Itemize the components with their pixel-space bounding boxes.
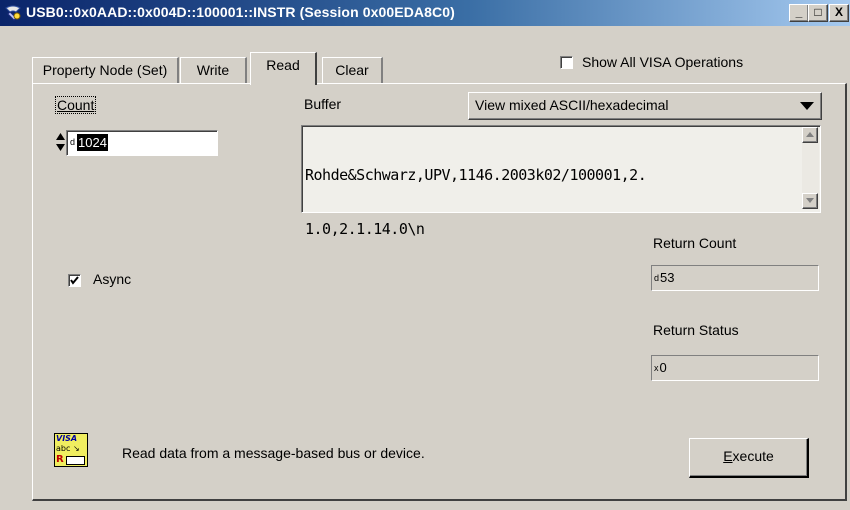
tab-label: Clear (335, 62, 369, 78)
description-text: Read data from a message-based bus or de… (122, 445, 425, 461)
tab-clear[interactable]: Clear (322, 57, 383, 84)
buffer-line-1: Rohde&Schwarz,UPV,1146.2003k02/100001,2. (305, 166, 647, 184)
buffer-line-2: 1.0,2.1.14.0\n (305, 220, 425, 238)
chevron-down-icon (800, 102, 814, 110)
buffer-textarea[interactable]: Rohde&Schwarz,UPV,1146.2003k02/100001,2.… (301, 125, 821, 238)
close-icon: X (834, 5, 843, 19)
tab-label: Property Node (Set) (42, 62, 168, 78)
arrow-down-icon (806, 198, 814, 203)
buffer-label: Buffer (304, 96, 342, 112)
buffer-view-mode-value: View mixed ASCII/hexadecimal (475, 97, 669, 113)
visa-icon-arrow: ↘ (73, 444, 80, 453)
visa-icon-device (66, 456, 85, 465)
count-radix: d (70, 137, 76, 147)
count-input[interactable]: d 1024 (66, 130, 218, 156)
visa-read-icon: VISA abc ↘ R (54, 433, 88, 467)
maximize-icon: □ (814, 5, 822, 19)
async-checkbox[interactable] (68, 274, 81, 287)
visa-session-icon (5, 5, 21, 21)
count-value: 1024 (77, 134, 108, 151)
return-status-value: 0 (659, 360, 667, 375)
scroll-down-button[interactable] (802, 193, 818, 209)
return-status-label: Return Status (653, 322, 739, 338)
close-button[interactable]: X (829, 4, 849, 22)
tab-write[interactable]: Write (180, 57, 247, 84)
execute-label-rest: xecute (732, 448, 774, 464)
async-label: Async (93, 271, 132, 287)
show-all-visa-checkbox[interactable] (560, 56, 573, 69)
return-count-label: Return Count (653, 235, 737, 251)
visa-icon-r: R (56, 454, 64, 465)
tab-label: Read (266, 57, 300, 73)
visa-icon-label: VISA (56, 434, 78, 443)
tab-read[interactable]: Read (250, 52, 317, 85)
execute-button[interactable]: Execute (689, 438, 809, 478)
tab-property-node-set[interactable]: Property Node (Set) (32, 57, 179, 84)
visa-icon-abc: abc (56, 444, 71, 453)
maximize-button[interactable]: □ (808, 4, 828, 22)
scroll-up-button[interactable] (802, 127, 818, 143)
check-icon (70, 276, 79, 285)
return-count-radix: d (654, 273, 660, 283)
count-label: Count (55, 96, 97, 114)
window-title: USB0::0x0AAD::0x004D::100001::INSTR (Ses… (26, 4, 455, 20)
return-status-field: x0 (651, 355, 819, 381)
window-title-bar[interactable]: USB0::0x0AAD::0x004D::100001::INSTR (Ses… (0, 0, 850, 26)
return-status-radix: x (654, 363, 659, 373)
execute-mnemonic: E (723, 448, 733, 464)
show-all-visa-label: Show All VISA Operations (582, 54, 744, 70)
return-count-field: d53 (651, 265, 819, 291)
tab-label: Write (196, 62, 230, 78)
buffer-view-mode-select[interactable]: View mixed ASCII/hexadecimal (468, 92, 822, 120)
buffer-scrollbar[interactable] (802, 127, 819, 209)
arrow-up-icon (806, 132, 814, 137)
return-count-value: 53 (660, 270, 675, 285)
minimize-button[interactable]: _ (789, 4, 809, 22)
count-increment-decrement-icon[interactable] (55, 132, 66, 152)
minimize-icon: _ (795, 5, 803, 19)
execute-button-label: Execute (690, 448, 807, 464)
